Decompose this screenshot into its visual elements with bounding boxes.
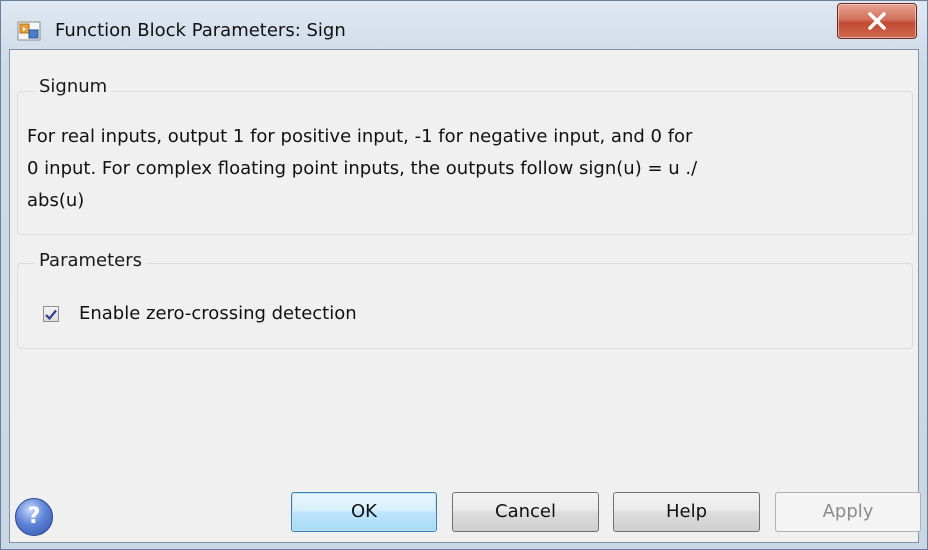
help-button[interactable]: Help (613, 492, 760, 532)
close-icon (868, 12, 886, 30)
close-button[interactable] (837, 3, 917, 39)
block-description: For real inputs, output 1 for positive i… (27, 126, 698, 211)
parameters-group-label: Parameters (35, 249, 147, 273)
help-icon[interactable]: ? (15, 498, 53, 536)
ok-button[interactable]: OK (291, 492, 437, 532)
signum-group-label: Signum (35, 75, 112, 99)
simulink-block-icon (17, 19, 43, 43)
apply-button: Apply (775, 492, 921, 532)
dialog-window: Function Block Parameters: Sign Signum F… (0, 0, 928, 550)
checkmark-icon (45, 309, 57, 321)
zero-crossing-label[interactable]: Enable zero-crossing detection (79, 300, 357, 328)
window-title: Function Block Parameters: Sign (55, 20, 346, 41)
zero-crossing-checkbox[interactable] (43, 306, 59, 322)
cancel-button[interactable]: Cancel (452, 492, 599, 532)
